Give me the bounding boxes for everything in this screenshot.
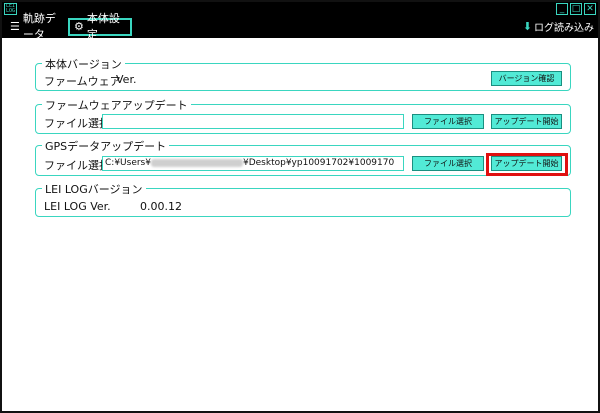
redacted-username	[150, 158, 243, 167]
download-label: ログ読み込み	[534, 23, 594, 34]
leilog-version-group: LEI LOGバージョン LEI LOG Ver. 0.00.12	[35, 181, 571, 217]
gear-icon: ⚙	[74, 20, 84, 33]
version-check-button[interactable]: バージョン確認	[491, 71, 562, 86]
tab-label: 軌跡データ	[22, 12, 56, 41]
download-arrow-icon: ⬇	[522, 20, 532, 33]
window-controls: _ □ ✕	[556, 3, 596, 15]
path-suffix: ¥Desktop¥yp10091702¥1009170	[242, 158, 395, 168]
group-title: 本体バージョン	[42, 56, 125, 72]
app-window: LEI LOG _ □ ✕ ☰ 軌跡データ ⚙ 本体設定 ⬇ ログ読み込み 本体…	[0, 0, 600, 413]
leilog-version-label: LEI LOG Ver.	[44, 200, 111, 213]
minimize-button[interactable]: _	[556, 3, 568, 15]
tab-track-data[interactable]: ☰ 軌跡データ	[6, 12, 68, 41]
file-select-button[interactable]: ファイル選択	[412, 114, 484, 129]
version-label: Ver.	[116, 73, 137, 86]
file-select-label: ファイル選択	[44, 117, 110, 130]
device-version-group: 本体バージョン ファームウェア Ver. バージョン確認	[35, 56, 571, 91]
firmware-label: ファームウェア	[44, 75, 121, 88]
list-icon: ☰	[10, 20, 20, 33]
maximize-button[interactable]: □	[570, 3, 582, 15]
file-select-button[interactable]: ファイル選択	[412, 156, 484, 171]
path-prefix: C:¥Users¥	[105, 158, 151, 168]
update-start-button[interactable]: アップデート開始	[491, 114, 562, 129]
app-logo-icon: LEI LOG	[4, 3, 17, 15]
group-title: LEI LOGバージョン	[42, 181, 146, 197]
tab-label: 本体設定	[86, 12, 120, 41]
log-download-button[interactable]: ⬇ ログ読み込み	[523, 19, 594, 34]
tab-device-settings[interactable]: ⚙ 本体設定	[68, 12, 132, 41]
tab-bar: ☰ 軌跡データ ⚙ 本体設定 ⬇ ログ読み込み	[2, 12, 598, 41]
highlight-box	[486, 153, 568, 176]
close-button[interactable]: ✕	[584, 3, 596, 15]
firmware-update-group: ファームウェアアップデート ファイル選択 ファイル選択 アップデート開始	[35, 97, 571, 134]
group-title: GPSデータアップデート	[42, 138, 170, 154]
gps-file-input[interactable]: C:¥Users¥ ¥Desktop¥yp10091702¥1009170	[102, 156, 404, 171]
file-select-label: ファイル選択	[44, 159, 110, 172]
firmware-file-input[interactable]	[102, 114, 404, 129]
group-title: ファームウェアアップデート	[42, 97, 191, 113]
leilog-version-value: 0.00.12	[140, 200, 182, 213]
